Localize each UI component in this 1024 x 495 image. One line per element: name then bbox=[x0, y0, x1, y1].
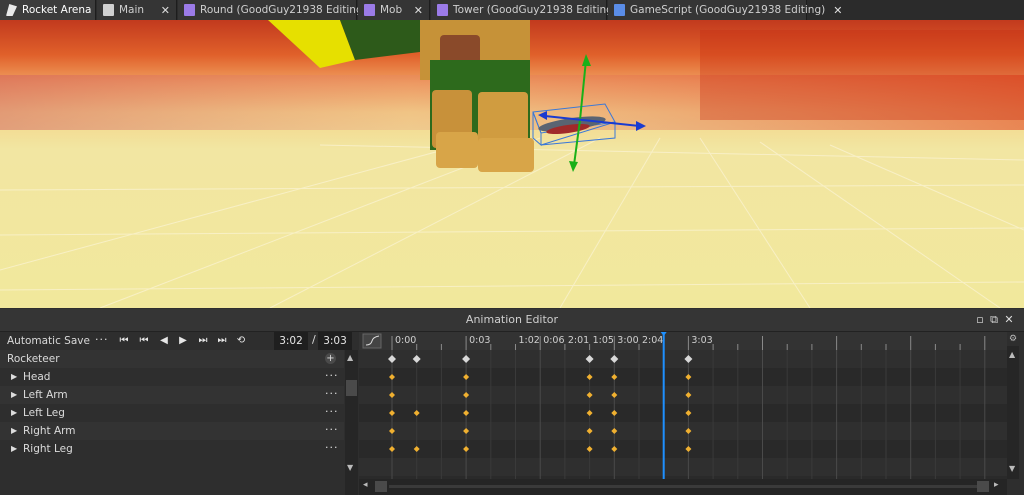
scroll-right-icon[interactable]: ▸ bbox=[994, 480, 999, 490]
rig-row[interactable]: Rocketeer + bbox=[0, 350, 344, 368]
current-time-input[interactable]: 3:02 bbox=[274, 332, 308, 350]
tab-label: GameScript (GoodGuy21938 Editing) bbox=[630, 4, 826, 16]
close-icon[interactable]: ✕ bbox=[825, 4, 842, 17]
scroll-up-icon[interactable]: ▲ bbox=[347, 353, 353, 362]
timeline-ruler bbox=[359, 332, 1007, 350]
track-row-left-leg[interactable]: ▶ Left Leg ··· bbox=[0, 404, 344, 422]
timeline-row bbox=[359, 440, 1007, 458]
expand-arrow-icon[interactable]: ▶ bbox=[11, 422, 17, 440]
expand-arrow-icon[interactable]: ▶ bbox=[11, 386, 17, 404]
autosave-label: Automatic Save bbox=[7, 335, 90, 347]
track-list-panel: Automatic Save ··· ⏮ ⏮ ◀ ▶ ⏭ ⏭ ⟲ 3:02 / … bbox=[0, 332, 352, 495]
timeline-row bbox=[359, 458, 1007, 476]
ruler-label: 2:04 bbox=[642, 335, 663, 346]
track-list-scrollbar[interactable]: ▲ ▼ bbox=[345, 350, 358, 495]
previous-keyframe-icon[interactable]: ⏮ bbox=[137, 334, 151, 348]
track-options-icon[interactable]: ··· bbox=[325, 403, 339, 421]
track-row-head[interactable]: ▶ Head ··· bbox=[0, 368, 344, 386]
track-label: Right Leg bbox=[23, 443, 73, 455]
tab-tower[interactable]: Tower (GoodGuy21938 Editing) ✕ bbox=[431, 0, 634, 20]
animation-editor: Animation Editor ▫ ⧉ ✕ Automatic Save ··… bbox=[0, 309, 1024, 495]
tab-label: Rocket Arena bbox=[22, 4, 92, 16]
timeline-row bbox=[359, 350, 1007, 368]
track-row-right-leg[interactable]: ▶ Right Leg ··· bbox=[0, 440, 344, 458]
ruler-label: 0:03 bbox=[469, 335, 490, 346]
expand-arrow-icon[interactable]: ▶ bbox=[11, 440, 17, 458]
3d-viewport[interactable] bbox=[0, 20, 1024, 308]
track-options-icon[interactable]: ··· bbox=[325, 385, 339, 403]
timeline-vertical-scrollbar[interactable]: ⚙ ▲ ▼ bbox=[1007, 334, 1019, 479]
close-icon[interactable]: ✕ bbox=[406, 4, 423, 17]
tab-label: Round (GoodGuy21938 Editing) bbox=[200, 4, 367, 16]
tab-mob[interactable]: Mob ✕ bbox=[358, 0, 430, 20]
ruler-label: 1:02 bbox=[519, 335, 540, 346]
scroll-track[interactable] bbox=[389, 485, 977, 488]
tab-gamescript[interactable]: GameScript (GoodGuy21938 Editing) ✕ bbox=[608, 0, 842, 20]
tab-rocket-arena[interactable]: Rocket Arena ✕ bbox=[0, 0, 109, 20]
skip-to-start-icon[interactable]: ⏮ bbox=[117, 334, 131, 348]
tab-label: Mob bbox=[380, 4, 403, 16]
tab-label: Tower (GoodGuy21938 Editing) bbox=[453, 4, 617, 16]
module-script-icon bbox=[437, 4, 448, 16]
tab-round[interactable]: Round (GoodGuy21938 Editing) ✕ bbox=[178, 0, 384, 20]
playback-toolbar: Automatic Save ··· ⏮ ⏮ ◀ ▶ ⏭ ⏭ ⟲ 3:02 / … bbox=[0, 332, 358, 350]
scene-render bbox=[0, 20, 1024, 308]
scroll-up-icon[interactable]: ▲ bbox=[1009, 350, 1015, 359]
scroll-left-icon[interactable]: ◂ bbox=[363, 480, 368, 490]
track-options-icon[interactable]: ··· bbox=[325, 367, 339, 385]
end-time-input[interactable]: 3:03 bbox=[318, 332, 352, 350]
next-keyframe-icon[interactable]: ⏭ bbox=[196, 334, 210, 348]
settings-gear-icon[interactable]: ⚙ bbox=[1009, 334, 1017, 344]
add-track-icon[interactable]: + bbox=[325, 353, 336, 364]
track-row-right-arm[interactable]: ▶ Right Arm ··· bbox=[0, 422, 344, 440]
time-separator: / bbox=[312, 333, 316, 346]
play-reverse-icon[interactable]: ◀ bbox=[157, 334, 171, 348]
options-menu-icon[interactable]: ··· bbox=[95, 333, 109, 346]
tab-label: Main bbox=[119, 4, 145, 16]
expand-arrow-icon[interactable]: ▶ bbox=[11, 368, 17, 386]
local-script-icon bbox=[614, 4, 625, 16]
restore-icon[interactable]: ⧉ bbox=[988, 313, 1000, 327]
play-icon[interactable]: ▶ bbox=[176, 334, 190, 348]
place-icon bbox=[6, 4, 17, 16]
timeline-row bbox=[359, 386, 1007, 404]
module-script-icon bbox=[184, 4, 195, 16]
ruler-label: 3:03 bbox=[691, 335, 712, 346]
loop-toggle-icon[interactable]: ⟲ bbox=[234, 334, 248, 348]
tab-bar: Rocket Arena ✕ Main ✕ Round (GoodGuy2193… bbox=[0, 0, 1024, 21]
close-icon[interactable]: ✕ bbox=[153, 4, 170, 17]
minimize-icon[interactable]: ▫ bbox=[974, 313, 986, 327]
track-label: Head bbox=[23, 371, 51, 383]
ruler-label: 3:00 bbox=[617, 335, 638, 346]
timeline-row bbox=[359, 368, 1007, 386]
timeline-horizontal-scrollbar[interactable]: ◂ ▸ bbox=[359, 479, 1007, 495]
close-icon[interactable]: ✕ bbox=[1003, 313, 1015, 327]
dope-sheet[interactable]: 0:00 0:03 0:061:02 1:05 2:01 2:04 3:00 3:03 bbox=[359, 332, 1007, 495]
ruler-label: 1:05 bbox=[593, 335, 614, 346]
track-row-left-arm[interactable]: ▶ Left Arm ··· bbox=[0, 386, 344, 404]
animation-editor-title: Animation Editor bbox=[0, 309, 1024, 332]
track-label: Left Leg bbox=[23, 407, 65, 419]
script-icon bbox=[103, 4, 114, 16]
zoom-handle-left[interactable] bbox=[375, 481, 387, 492]
expand-arrow-icon[interactable]: ▶ bbox=[11, 404, 17, 422]
ruler-label: 2:01 bbox=[568, 335, 589, 346]
scrollbar-thumb[interactable] bbox=[346, 380, 357, 396]
ruler-label: 0:06 bbox=[543, 335, 564, 346]
module-script-icon bbox=[364, 4, 375, 16]
track-options-icon[interactable]: ··· bbox=[325, 439, 339, 457]
zoom-handle-right[interactable] bbox=[977, 481, 989, 492]
timeline-row bbox=[359, 404, 1007, 422]
scroll-down-icon[interactable]: ▼ bbox=[1009, 464, 1015, 473]
track-label: Right Arm bbox=[23, 425, 76, 437]
scroll-down-icon[interactable]: ▼ bbox=[347, 463, 353, 472]
ruler-label: 0:00 bbox=[395, 335, 416, 346]
skip-to-end-icon[interactable]: ⏭ bbox=[215, 334, 229, 348]
tab-main[interactable]: Main ✕ bbox=[97, 0, 177, 20]
rig-name: Rocketeer bbox=[7, 353, 60, 365]
track-options-icon[interactable]: ··· bbox=[325, 421, 339, 439]
track-label: Left Arm bbox=[23, 389, 68, 401]
timeline-row bbox=[359, 422, 1007, 440]
